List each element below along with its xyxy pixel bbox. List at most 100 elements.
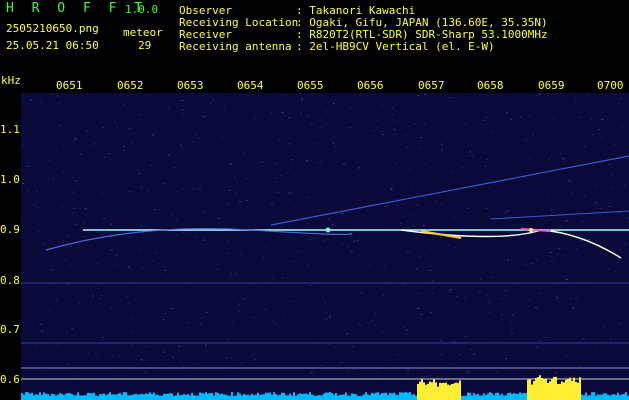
spectrum-bar <box>155 394 157 400</box>
noise-dot <box>394 110 396 112</box>
spectrum-bar <box>233 395 235 400</box>
noise-dot <box>119 231 122 233</box>
noise-dot <box>237 374 240 376</box>
noise-dot <box>161 301 164 303</box>
noise-dot <box>506 112 509 114</box>
spectrum-bar <box>267 392 269 400</box>
noise-dot <box>73 208 76 209</box>
noise-dot <box>614 94 617 96</box>
noise-dot <box>292 236 295 238</box>
noise-dot <box>411 190 414 192</box>
spectrum-bar <box>431 382 433 400</box>
noise-dot <box>95 185 97 187</box>
noise-dot <box>522 291 525 293</box>
noise-dot <box>288 192 291 194</box>
spectrum-bar <box>437 386 439 400</box>
noise-dot <box>511 328 514 330</box>
noise-dot <box>554 305 557 307</box>
noise-dot <box>78 208 81 210</box>
noise-dot <box>536 259 539 261</box>
noise-dot <box>228 192 231 194</box>
noise-dot <box>205 344 207 346</box>
spectrum-bar <box>37 394 39 400</box>
noise-dot <box>182 188 185 190</box>
noise-dot <box>137 329 140 331</box>
noise-dot <box>423 124 426 125</box>
spectrum-bar <box>295 395 297 400</box>
spectrum-bar <box>449 385 451 400</box>
noise-dot <box>387 102 390 104</box>
noise-dot <box>264 238 267 240</box>
noise-dot <box>156 252 159 254</box>
noise-dot <box>234 274 237 276</box>
noise-dot <box>470 348 473 350</box>
spectrum-bar <box>363 394 365 400</box>
noise-dot <box>67 284 70 286</box>
noise-dot <box>59 194 62 196</box>
noise-dot <box>245 199 248 201</box>
noise-dot <box>310 284 313 286</box>
noise-dot <box>335 161 338 162</box>
noise-dot <box>66 370 69 372</box>
noise-dot <box>601 199 604 201</box>
noise-dot <box>511 332 514 334</box>
noise-dot <box>123 150 126 151</box>
spectrum-bar <box>235 395 237 400</box>
noise-dot <box>614 143 616 145</box>
noise-dot <box>185 373 188 375</box>
noise-dot <box>84 288 87 290</box>
spectrum-bar <box>387 395 389 400</box>
noise-dot <box>288 200 291 202</box>
noise-dot <box>479 299 482 301</box>
spectrum-bar <box>343 394 345 400</box>
x-tick-label: 0700 <box>597 79 624 92</box>
spectrum-bar <box>179 395 181 400</box>
noise-dot <box>144 269 147 271</box>
noise-dot <box>509 118 512 120</box>
spectrum-bar <box>405 392 407 400</box>
noise-dot <box>215 217 218 218</box>
noise-dot <box>486 147 489 149</box>
spectrum-bar <box>321 395 323 400</box>
spectrum-bar <box>309 392 311 400</box>
spectrum-bar <box>451 383 453 400</box>
spectrum-bar <box>589 395 591 400</box>
spectrum-bar <box>51 393 53 400</box>
noise-dot <box>128 264 131 266</box>
noise-dot <box>308 238 311 240</box>
noise-dot <box>488 178 491 180</box>
spectrum-bar <box>275 393 277 400</box>
noise-dot <box>346 172 349 174</box>
spectrum-bar <box>317 395 319 400</box>
noise-dot <box>465 216 468 218</box>
noise-dot <box>583 194 586 196</box>
x-tick-label: 0655 <box>297 79 324 92</box>
noise-dot <box>375 117 378 119</box>
noise-dot <box>26 165 29 167</box>
spectrum-bar <box>515 393 517 400</box>
noise-dot <box>536 95 539 97</box>
noise-dot <box>448 327 451 329</box>
noise-dot <box>429 375 432 377</box>
noise-dot <box>391 107 394 109</box>
noise-dot <box>372 120 375 122</box>
spectrum-bar <box>473 392 475 400</box>
noise-dot <box>345 285 348 287</box>
noise-dot <box>519 250 522 252</box>
noise-dot <box>162 319 165 321</box>
noise-dot <box>61 128 64 130</box>
spectrum-bar <box>349 395 351 400</box>
noise-dot <box>463 123 466 125</box>
spectrum-bar <box>277 395 279 400</box>
noise-dot <box>138 114 141 116</box>
noise-dot <box>163 351 166 353</box>
noise-dot <box>523 278 526 280</box>
noise-dot <box>348 127 351 128</box>
noise-dot <box>294 174 297 176</box>
noise-dot <box>164 313 167 315</box>
spectrum-bar <box>113 394 115 400</box>
noise-dot <box>332 103 335 104</box>
spectrum-bar <box>551 378 553 400</box>
spectrum-bar <box>307 394 309 400</box>
spectrum-bar <box>373 393 375 400</box>
